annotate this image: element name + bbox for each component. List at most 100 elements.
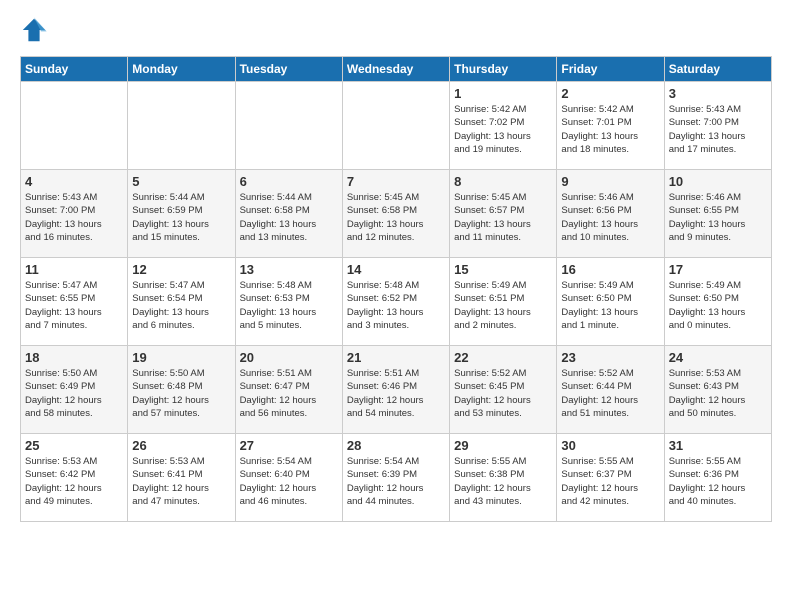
header-cell-thursday: Thursday [450, 57, 557, 82]
day-number: 8 [454, 174, 552, 189]
day-cell: 1Sunrise: 5:42 AM Sunset: 7:02 PM Daylig… [450, 82, 557, 170]
day-cell: 12 Sunrise: 5:47 AM Sunset: 6:54 PM Dayli… [128, 258, 235, 346]
day-cell: 13 Sunrise: 5:48 AM Sunset: 6:53 PM Dayli… [235, 258, 342, 346]
day-cell: 25 Sunrise: 5:53 AM Sunset: 6:42 PM Dayli… [21, 434, 128, 522]
week-row-4: 18Sunrise: 5:50 AM Sunset: 6:49 PM Dayli… [21, 346, 772, 434]
day-info: Sunrise: 5:47 AM Sunset: 6:54 PM Dayligh… [132, 279, 230, 332]
day-cell: 4 Sunrise: 5:43 AM Sunset: 7:00 PM Daylig… [21, 170, 128, 258]
day-cell: 22 Sunrise: 5:52 AM Sunset: 6:45 PM Dayli… [450, 346, 557, 434]
header [20, 16, 772, 44]
day-info: Sunrise: 5:53 AM Sunset: 6:41 PM Dayligh… [132, 455, 230, 508]
day-cell: 2 Sunrise: 5:42 AM Sunset: 7:01 PM Daylig… [557, 82, 664, 170]
day-info: Sunrise: 5:43 AM Sunset: 7:00 PM Dayligh… [25, 191, 123, 244]
day-number: 20 [240, 350, 338, 365]
day-cell: 14 Sunrise: 5:48 AM Sunset: 6:52 PM Dayli… [342, 258, 449, 346]
day-number: 25 [25, 438, 123, 453]
day-cell: 6 Sunrise: 5:44 AM Sunset: 6:58 PM Daylig… [235, 170, 342, 258]
day-info: Sunrise: 5:46 AM Sunset: 6:55 PM Dayligh… [669, 191, 767, 244]
day-number: 22 [454, 350, 552, 365]
header-cell-tuesday: Tuesday [235, 57, 342, 82]
day-number: 9 [561, 174, 659, 189]
day-cell: 26Sunrise: 5:53 AM Sunset: 6:41 PM Dayli… [128, 434, 235, 522]
day-number: 2 [561, 86, 659, 101]
day-info: Sunrise: 5:52 AM Sunset: 6:45 PM Dayligh… [454, 367, 552, 420]
day-cell [21, 82, 128, 170]
day-cell: 10 Sunrise: 5:46 AM Sunset: 6:55 PM Dayli… [664, 170, 771, 258]
day-info: Sunrise: 5:48 AM Sunset: 6:52 PM Dayligh… [347, 279, 445, 332]
day-number: 4 [25, 174, 123, 189]
page: SundayMondayTuesdayWednesdayThursdayFrid… [0, 0, 792, 538]
day-info: Sunrise: 5:52 AM Sunset: 6:44 PM Dayligh… [561, 367, 659, 420]
day-info: Sunrise: 5:45 AM Sunset: 6:57 PM Dayligh… [454, 191, 552, 244]
day-info: Sunrise: 5:55 AM Sunset: 6:38 PM Dayligh… [454, 455, 552, 508]
day-number: 30 [561, 438, 659, 453]
day-info: Sunrise: 5:42 AM Sunset: 7:01 PM Dayligh… [561, 103, 659, 156]
header-cell-friday: Friday [557, 57, 664, 82]
day-info: Sunrise: 5:42 AM Sunset: 7:02 PM Dayligh… [454, 103, 552, 156]
day-cell: 17 Sunrise: 5:49 AM Sunset: 6:50 PM Dayli… [664, 258, 771, 346]
header-cell-saturday: Saturday [664, 57, 771, 82]
week-row-2: 4 Sunrise: 5:43 AM Sunset: 7:00 PM Daylig… [21, 170, 772, 258]
header-cell-sunday: Sunday [21, 57, 128, 82]
day-cell: 21Sunrise: 5:51 AM Sunset: 6:46 PM Dayli… [342, 346, 449, 434]
day-cell: 24Sunrise: 5:53 AM Sunset: 6:43 PM Dayli… [664, 346, 771, 434]
day-info: Sunrise: 5:47 AM Sunset: 6:55 PM Dayligh… [25, 279, 123, 332]
day-number: 28 [347, 438, 445, 453]
day-cell [128, 82, 235, 170]
week-row-3: 11 Sunrise: 5:47 AM Sunset: 6:55 PM Dayli… [21, 258, 772, 346]
day-cell: 19Sunrise: 5:50 AM Sunset: 6:48 PM Dayli… [128, 346, 235, 434]
day-cell [235, 82, 342, 170]
day-info: Sunrise: 5:49 AM Sunset: 6:50 PM Dayligh… [669, 279, 767, 332]
day-number: 11 [25, 262, 123, 277]
day-number: 12 [132, 262, 230, 277]
day-info: Sunrise: 5:49 AM Sunset: 6:51 PM Dayligh… [454, 279, 552, 332]
day-number: 5 [132, 174, 230, 189]
day-cell: 8 Sunrise: 5:45 AM Sunset: 6:57 PM Daylig… [450, 170, 557, 258]
day-info: Sunrise: 5:55 AM Sunset: 6:36 PM Dayligh… [669, 455, 767, 508]
day-cell: 5Sunrise: 5:44 AM Sunset: 6:59 PM Daylig… [128, 170, 235, 258]
day-info: Sunrise: 5:48 AM Sunset: 6:53 PM Dayligh… [240, 279, 338, 332]
day-cell: 28Sunrise: 5:54 AM Sunset: 6:39 PM Dayli… [342, 434, 449, 522]
day-cell: 3Sunrise: 5:43 AM Sunset: 7:00 PM Daylig… [664, 82, 771, 170]
header-row: SundayMondayTuesdayWednesdayThursdayFrid… [21, 57, 772, 82]
day-number: 29 [454, 438, 552, 453]
day-number: 31 [669, 438, 767, 453]
day-info: Sunrise: 5:44 AM Sunset: 6:58 PM Dayligh… [240, 191, 338, 244]
logo-icon [20, 16, 48, 44]
day-number: 16 [561, 262, 659, 277]
day-cell: 9Sunrise: 5:46 AM Sunset: 6:56 PM Daylig… [557, 170, 664, 258]
day-number: 10 [669, 174, 767, 189]
day-cell [342, 82, 449, 170]
day-info: Sunrise: 5:50 AM Sunset: 6:48 PM Dayligh… [132, 367, 230, 420]
day-number: 15 [454, 262, 552, 277]
day-info: Sunrise: 5:45 AM Sunset: 6:58 PM Dayligh… [347, 191, 445, 244]
day-info: Sunrise: 5:55 AM Sunset: 6:37 PM Dayligh… [561, 455, 659, 508]
day-cell: 11 Sunrise: 5:47 AM Sunset: 6:55 PM Dayli… [21, 258, 128, 346]
day-number: 17 [669, 262, 767, 277]
day-cell: 27 Sunrise: 5:54 AM Sunset: 6:40 PM Dayli… [235, 434, 342, 522]
day-info: Sunrise: 5:43 AM Sunset: 7:00 PM Dayligh… [669, 103, 767, 156]
day-number: 7 [347, 174, 445, 189]
day-cell: 15 Sunrise: 5:49 AM Sunset: 6:51 PM Dayli… [450, 258, 557, 346]
day-number: 27 [240, 438, 338, 453]
day-number: 14 [347, 262, 445, 277]
day-cell: 7 Sunrise: 5:45 AM Sunset: 6:58 PM Daylig… [342, 170, 449, 258]
day-info: Sunrise: 5:50 AM Sunset: 6:49 PM Dayligh… [25, 367, 123, 420]
day-number: 6 [240, 174, 338, 189]
day-cell: 20 Sunrise: 5:51 AM Sunset: 6:47 PM Dayli… [235, 346, 342, 434]
day-cell: 30 Sunrise: 5:55 AM Sunset: 6:37 PM Dayli… [557, 434, 664, 522]
header-cell-monday: Monday [128, 57, 235, 82]
day-info: Sunrise: 5:51 AM Sunset: 6:47 PM Dayligh… [240, 367, 338, 420]
day-number: 21 [347, 350, 445, 365]
day-number: 23 [561, 350, 659, 365]
day-info: Sunrise: 5:54 AM Sunset: 6:40 PM Dayligh… [240, 455, 338, 508]
day-number: 13 [240, 262, 338, 277]
day-info: Sunrise: 5:53 AM Sunset: 6:43 PM Dayligh… [669, 367, 767, 420]
day-info: Sunrise: 5:53 AM Sunset: 6:42 PM Dayligh… [25, 455, 123, 508]
week-row-5: 25 Sunrise: 5:53 AM Sunset: 6:42 PM Dayli… [21, 434, 772, 522]
day-cell: 16Sunrise: 5:49 AM Sunset: 6:50 PM Dayli… [557, 258, 664, 346]
day-cell: 18Sunrise: 5:50 AM Sunset: 6:49 PM Dayli… [21, 346, 128, 434]
calendar-table: SundayMondayTuesdayWednesdayThursdayFrid… [20, 56, 772, 522]
logo [20, 16, 52, 44]
day-cell: 29 Sunrise: 5:55 AM Sunset: 6:38 PM Dayli… [450, 434, 557, 522]
